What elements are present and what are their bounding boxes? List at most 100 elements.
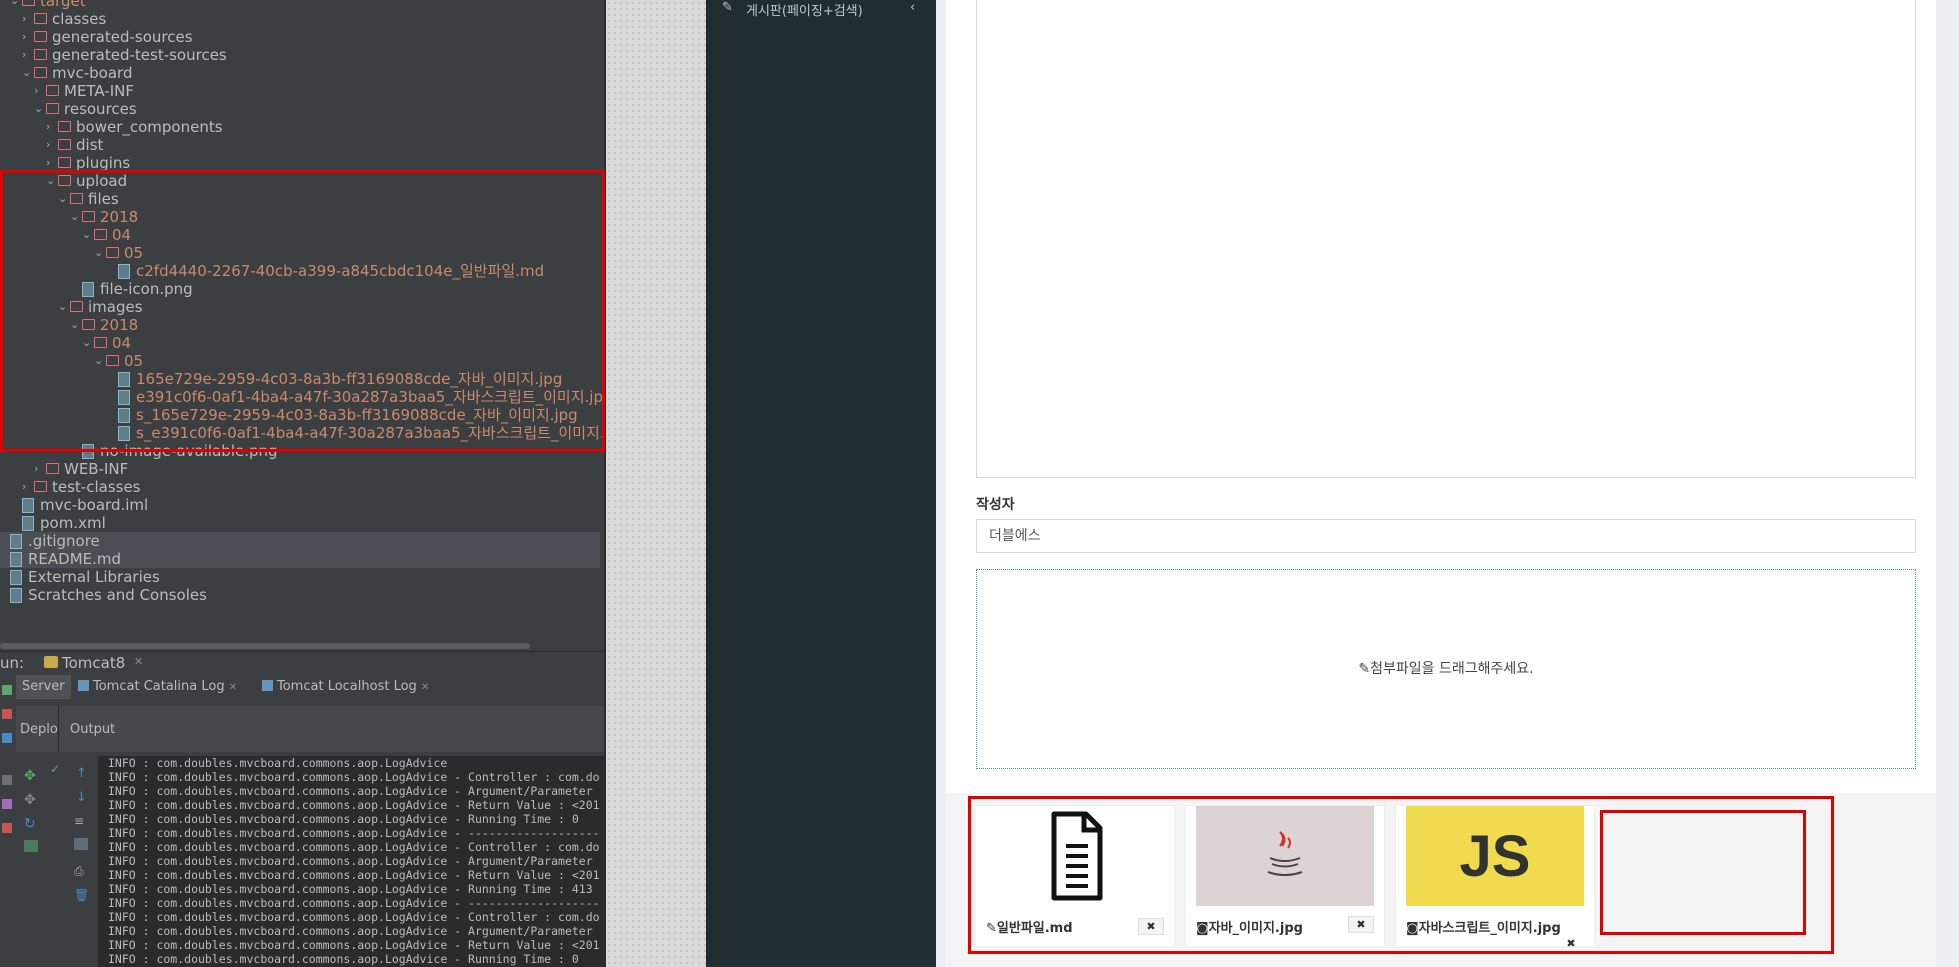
tree-item[interactable]: › generated-sources [0,28,600,46]
tree-item-label: resources [64,100,137,118]
run-config-tab[interactable]: Tomcat8 [62,654,125,672]
debug-icon[interactable] [2,799,12,809]
app-sidebar: ✎ 게시판(페이징+검색) ‹ [706,0,936,967]
output-column: Output [70,722,116,737]
folder-icon [58,139,71,150]
check-icon: ✓ [50,762,61,776]
print-icon[interactable]: ⎙ [74,864,84,879]
tree-item[interactable]: ⌄ mvc-board [0,64,600,82]
tree-item[interactable]: Scratches and Consoles [0,586,600,604]
tree-item-label: mvc-board [52,64,133,82]
folder-icon [46,85,59,96]
tree-item[interactable]: › test-classes [0,478,600,496]
tree-item-label: Scratches and Consoles [28,586,207,604]
tree-item-label: generated-sources [52,28,193,46]
chevron-right-icon[interactable]: › [22,10,32,28]
tree-item-label: target [40,0,86,10]
log-line: INFO : com.doubles.mvcboard.commons.aop.… [108,854,593,868]
chevron-right-icon[interactable]: › [46,118,56,136]
tree-item-label: generated-test-sources [52,46,227,64]
undeploy-icon[interactable]: ✥ [24,792,36,808]
scroll-up-icon[interactable]: ↑ [76,766,87,781]
chevron-right-icon[interactable]: › [22,478,32,496]
tab-catalina-log[interactable]: Tomcat Catalina Log ✕ [72,675,243,699]
log-line: INFO : com.doubles.mvcboard.commons.aop.… [108,798,600,812]
log-line: INFO : com.doubles.mvcboard.commons.aop.… [108,924,593,938]
close-icon[interactable]: ✕ [134,655,143,668]
paperclip-icon: ✎ [1358,661,1371,677]
tree-item[interactable]: › classes [0,10,600,28]
tree-item-label: WEB-INF [64,460,129,478]
tree-item[interactable]: ⌄ resources [0,100,600,118]
tree-item[interactable]: › dist [0,136,600,154]
column-divider[interactable] [58,706,59,752]
sidebar-item-board[interactable]: ✎ 게시판(페이징+검색) ‹ [706,0,936,19]
log-line: INFO : com.doubles.mvcboard.commons.aop.… [108,840,600,854]
artifact-icon[interactable] [24,840,38,852]
run-tool-header: un: Tomcat8 ✕ [0,651,606,674]
wrap-icon[interactable]: ≡ [74,814,84,828]
tree-item[interactable]: ⌄ target [0,0,600,10]
tree-item[interactable]: › WEB-INF [0,460,600,478]
writer-input[interactable]: 더블에스 [976,519,1916,553]
chevron-down-icon[interactable]: ⌄ [22,64,32,82]
tomcat-icon [44,656,58,668]
sidebar-item-label: 게시판(페이징+검색) [746,4,863,19]
tree-item-label: classes [52,10,107,28]
file-icon [10,534,22,549]
log-line: INFO : com.doubles.mvcboard.commons.aop.… [108,882,593,896]
tree-item[interactable]: pom.xml [0,514,600,532]
chevron-down-icon[interactable]: ⌄ [34,100,44,118]
desktop-background [606,0,706,967]
folder-icon [46,103,59,114]
tree-item[interactable]: › META-INF [0,82,600,100]
scroll-end-icon[interactable] [74,838,88,850]
tree-item[interactable]: › bower_components [0,118,600,136]
chevron-right-icon[interactable]: › [46,136,56,154]
log-icon [78,680,89,691]
library-icon [10,570,22,585]
close-run-icon[interactable] [2,823,12,833]
chevron-right-icon[interactable]: › [34,460,44,478]
chevron-right-icon[interactable]: › [34,82,44,100]
tree-item[interactable]: › generated-test-sources [0,46,600,64]
tree-horizontal-scrollbar[interactable] [0,643,530,649]
scroll-down-icon[interactable]: ↓ [76,790,87,805]
chevron-right-icon[interactable]: › [22,28,32,46]
folder-icon [34,481,47,492]
trash-icon[interactable]: 🗑 [74,888,89,902]
ide-window: ⌄ target › classes › generated-sources › genera… [0,0,606,967]
tab-server[interactable]: Server [16,675,71,699]
tab-localhost-log[interactable]: Tomcat Localhost Log ✕ [256,675,435,699]
refresh-icon[interactable]: ↻ [24,816,36,832]
tree-item[interactable]: README.md [0,550,600,568]
log-line: INFO : com.doubles.mvcboard.commons.aop.… [108,868,600,882]
rerun-icon[interactable] [2,685,12,695]
file-drop-zone[interactable]: ✎첨부파일을 드래그해주세요. [976,569,1916,769]
folder-icon [58,157,71,168]
log-line: INFO : com.doubles.mvcboard.commons.aop.… [108,756,448,770]
dump-icon[interactable] [2,775,12,785]
tree-item[interactable]: mvc-board.iml [0,496,600,514]
chevron-right-icon[interactable]: › [22,46,32,64]
update-icon[interactable] [2,733,12,743]
edit-icon: ✎ [722,0,733,15]
run-tabs: Server Tomcat Catalina Log ✕ Tomcat Loca… [16,675,606,701]
tree-item[interactable]: .gitignore [0,532,600,550]
tree-item-label: README.md [28,550,122,568]
log-line: INFO : com.doubles.mvcboard.commons.aop.… [108,910,600,924]
close-icon[interactable]: ✕ [229,682,237,693]
close-icon[interactable]: ✕ [421,682,429,693]
chevron-down-icon[interactable]: ⌄ [10,0,20,10]
deploy-icon[interactable]: ✥ [24,768,36,784]
tree-item-label: test-classes [52,478,141,496]
tree-item-label: bower_components [76,118,223,136]
folder-icon [34,67,47,78]
content-textarea[interactable] [976,0,1916,478]
file-icon [22,516,34,531]
console-output[interactable]: INFO : com.doubles.mvcboard.commons.aop.… [98,756,606,967]
chevron-left-icon[interactable]: ‹ [910,0,915,15]
stop-icon[interactable] [2,709,12,719]
tree-item[interactable]: External Libraries [0,568,600,586]
log-line: INFO : com.doubles.mvcboard.commons.aop.… [108,938,600,952]
